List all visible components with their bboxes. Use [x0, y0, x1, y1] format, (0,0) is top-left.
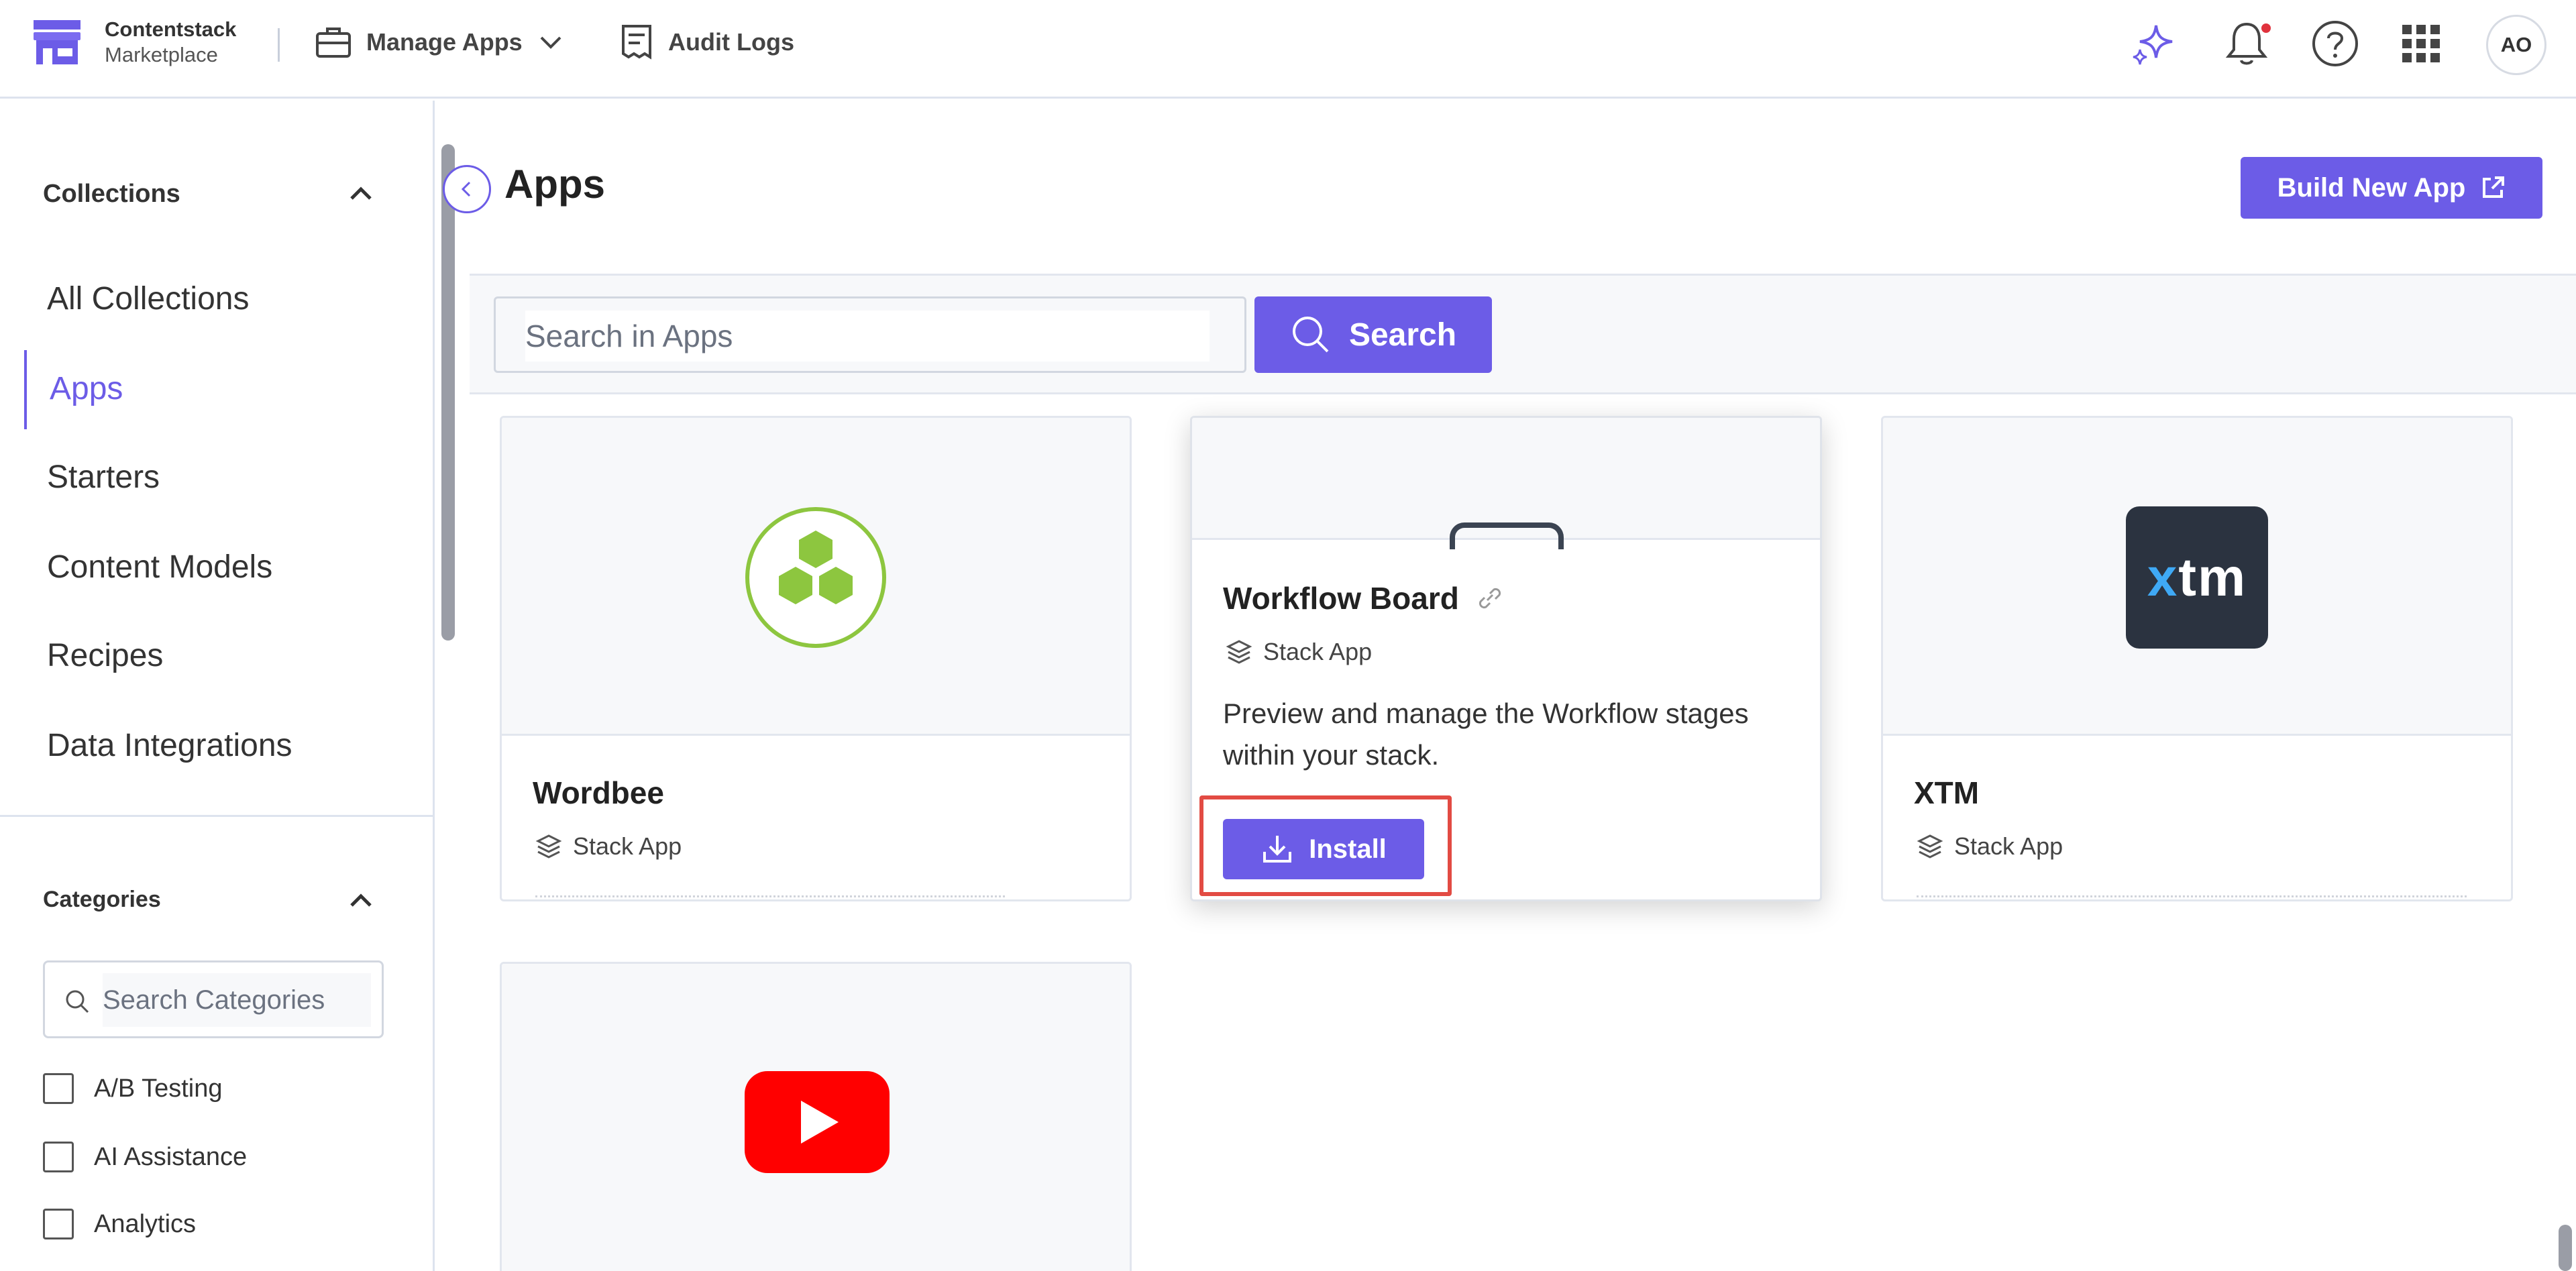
- category-option[interactable]: A/B Testing: [43, 1073, 223, 1104]
- ai-assistant-button[interactable]: [2128, 17, 2180, 70]
- category-label: Analytics: [94, 1209, 197, 1238]
- external-link-icon: [2483, 176, 2505, 198]
- collapse-sidebar-button[interactable]: [443, 165, 491, 213]
- sidebar-item-starters[interactable]: Starters: [47, 459, 160, 496]
- chevron-up-icon[interactable]: [345, 884, 377, 916]
- app-card-thumbnail: [502, 418, 1130, 736]
- app-card-name: Wordbee: [533, 775, 664, 810]
- audit-logs-link[interactable]: Audit Logs: [620, 20, 794, 64]
- sidebar-item-data-integrations[interactable]: Data Integrations: [47, 727, 292, 764]
- sidebar-divider: [0, 815, 433, 817]
- search-icon: [66, 990, 89, 1013]
- user-avatar[interactable]: AO: [2486, 15, 2546, 75]
- notification-badge: [2259, 21, 2273, 35]
- search-button[interactable]: Search: [1254, 296, 1492, 373]
- help-icon: [2312, 21, 2358, 66]
- stack-layers-icon: [1226, 640, 1252, 664]
- app-switcher-button[interactable]: [2395, 17, 2447, 70]
- chevron-down-icon: [540, 36, 561, 49]
- header-divider: [278, 28, 280, 62]
- app-card-youtube[interactable]: [500, 962, 1132, 1271]
- search-button-label: Search: [1348, 317, 1457, 353]
- app-card-wordbee[interactable]: Wordbee Stack App: [500, 416, 1132, 901]
- category-option[interactable]: Analytics: [43, 1209, 196, 1239]
- highlight-annotation: [1199, 795, 1452, 896]
- app-card-type: Stack App: [1917, 832, 2063, 861]
- link-icon[interactable]: [1475, 584, 1503, 612]
- manage-apps-menu[interactable]: Manage Apps: [315, 20, 564, 64]
- app-card-type: Stack App: [535, 832, 682, 861]
- app-card-type-label: Stack App: [1954, 832, 2063, 860]
- audit-logs-label: Audit Logs: [668, 28, 794, 56]
- chevron-left-icon: [461, 181, 471, 197]
- brand-subtitle: Marketplace: [105, 43, 218, 66]
- apps-grid-icon: [2402, 25, 2440, 62]
- app-card-type-label: Stack App: [573, 832, 682, 860]
- workflow-logo-icon: [1450, 522, 1564, 549]
- sidebar-scrollbar[interactable]: [441, 144, 455, 641]
- wordbee-logo-icon: [745, 507, 886, 648]
- help-button[interactable]: [2309, 17, 2361, 70]
- manage-apps-label: Manage Apps: [366, 28, 523, 56]
- truncated-description: [535, 895, 1005, 897]
- marketplace-logo-icon[interactable]: [34, 20, 80, 64]
- truncated-description: [1917, 895, 2467, 897]
- app-search-field[interactable]: [494, 296, 1246, 373]
- app-search-input[interactable]: [525, 311, 1210, 362]
- active-indicator: [24, 350, 27, 429]
- app-card-xtm[interactable]: x tm XTM Stack App: [1881, 416, 2513, 901]
- build-new-app-label: Build New App: [2277, 172, 2466, 203]
- chevron-up-icon[interactable]: [345, 177, 377, 209]
- app-card-thumbnail: [502, 964, 1130, 1271]
- collections-heading: Collections: [43, 180, 180, 208]
- category-option[interactable]: AI Assistance: [43, 1142, 247, 1172]
- sidebar-item-content-models[interactable]: Content Models: [47, 549, 272, 586]
- main-scrollbar[interactable]: [2559, 1225, 2572, 1271]
- receipt-icon: [622, 25, 651, 60]
- page-title: Apps: [504, 162, 605, 207]
- app-card-type: Stack App: [1226, 638, 1372, 666]
- categories-heading: Categories: [43, 887, 161, 912]
- app-card-name: XTM: [1914, 775, 1980, 810]
- brand-title: Contentstack: [105, 17, 237, 41]
- sidebar-item-recipes[interactable]: Recipes: [47, 637, 163, 674]
- xtm-logo-icon: x tm: [2126, 506, 2268, 649]
- app-card-type-label: Stack App: [1263, 638, 1373, 665]
- app-card-name: Workflow Board: [1223, 581, 1459, 616]
- youtube-logo-icon: [745, 1071, 890, 1173]
- app-card-title: Workflow Board: [1223, 580, 1503, 616]
- briefcase-icon: [316, 27, 351, 58]
- category-label: A/B Testing: [94, 1074, 223, 1103]
- checkbox[interactable]: [43, 1142, 74, 1172]
- app-card-thumbnail: x tm: [1883, 418, 2511, 736]
- build-new-app-button[interactable]: Build New App: [2241, 157, 2542, 219]
- sidebar-item-apps[interactable]: Apps: [50, 370, 123, 407]
- sparkle-icon: [2133, 25, 2173, 65]
- category-search-input[interactable]: [103, 973, 371, 1027]
- search-icon: [1292, 317, 1329, 353]
- top-bar: Contentstack Marketplace Manage Apps Aud…: [0, 0, 2576, 99]
- app-card-thumbnail: [1192, 418, 1820, 549]
- app-card-description: Preview and manage the Workflow stages w…: [1223, 698, 1749, 771]
- stack-layers-icon: [1917, 834, 1943, 859]
- category-label: AI Assistance: [94, 1142, 248, 1171]
- stack-layers-icon: [535, 834, 562, 859]
- checkbox[interactable]: [43, 1073, 74, 1104]
- sidebar-item-all-collections[interactable]: All Collections: [47, 280, 249, 317]
- checkbox[interactable]: [43, 1209, 74, 1239]
- category-search-field[interactable]: [43, 960, 384, 1038]
